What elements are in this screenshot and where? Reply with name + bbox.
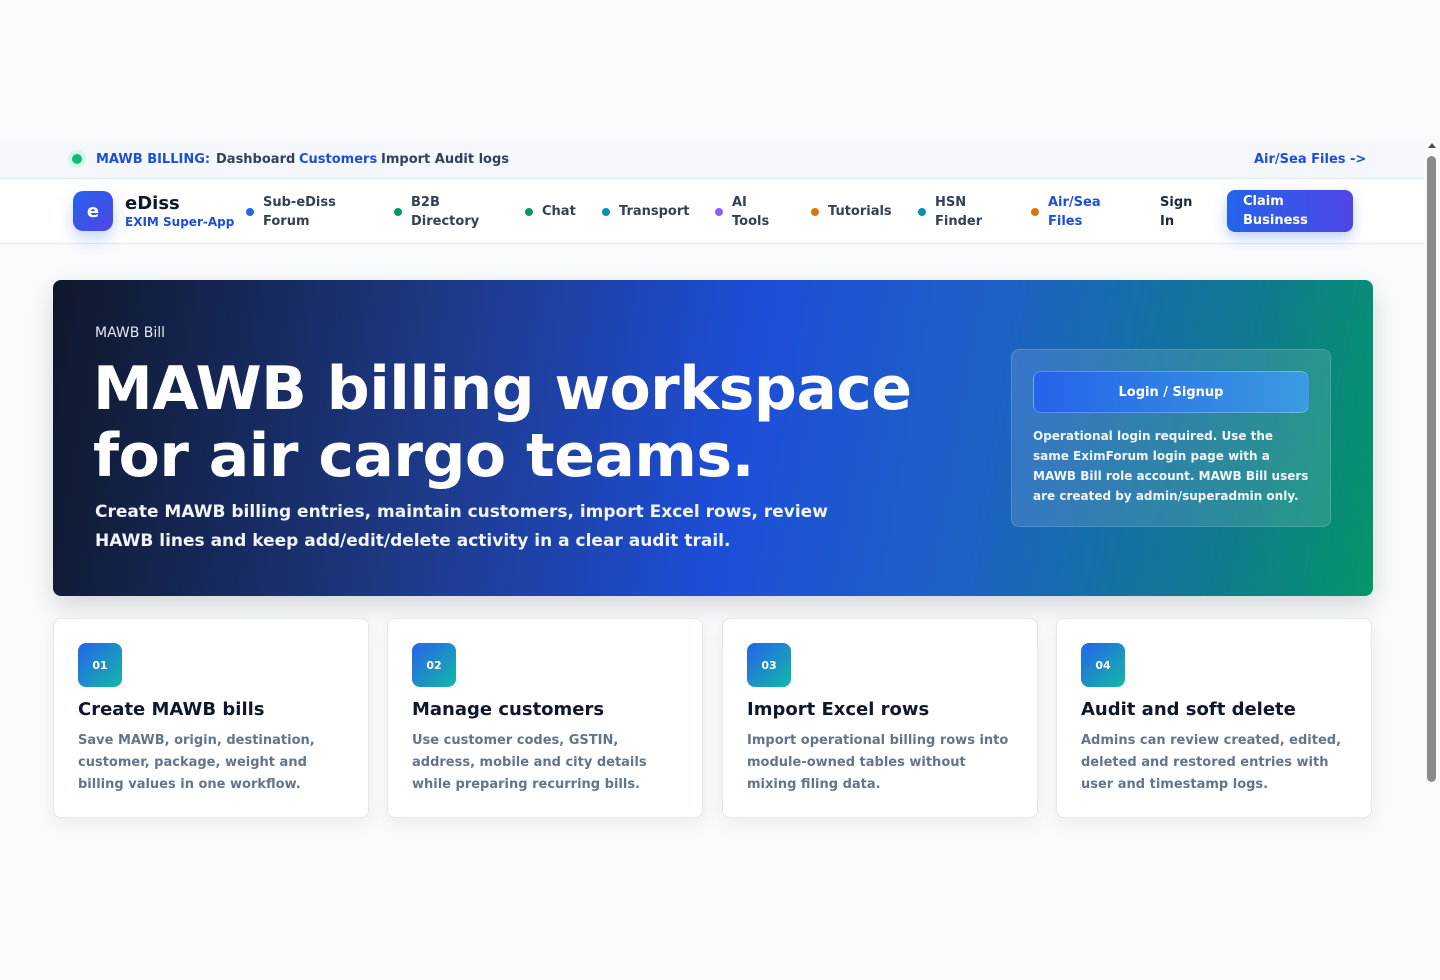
nav-dot-icon	[1031, 208, 1039, 216]
login-signup-button[interactable]: Login / Signup	[1033, 371, 1309, 413]
brand-tagline: EXIM Super-App	[125, 215, 235, 229]
nav-item-label: B2B Directory	[411, 195, 480, 229]
nav-item-label: AI Tools	[732, 195, 770, 229]
feature-title: Manage customers	[412, 699, 605, 720]
scroll-up-arrow-icon[interactable]	[1428, 143, 1436, 148]
nav-item-sub-ediss-forum[interactable]: Sub-eDiss Forum	[246, 193, 343, 231]
air-sea-files-link[interactable]: Air/Sea Files ->	[1254, 152, 1366, 167]
nav-item-label: Transport	[619, 204, 690, 219]
nav-item-label: HSN Finder	[935, 195, 983, 229]
step-badge: 03	[747, 643, 791, 687]
nav-dot-icon	[811, 207, 819, 216]
nav-item-transport[interactable]: Transport	[602, 202, 689, 221]
nav-dot-icon	[715, 208, 723, 216]
nav-item-hsn-finder[interactable]: HSN Finder	[918, 193, 985, 231]
nav-item-b2b-directory[interactable]: B2B Directory	[394, 193, 491, 231]
step-badge: 04	[1081, 643, 1125, 687]
step-badge: 01	[78, 643, 122, 687]
login-note: Operational login required. Use the same…	[1033, 429, 1309, 503]
module-link-dashboard[interactable]: Dashboard	[216, 152, 295, 167]
feature-title: Create MAWB bills	[78, 699, 265, 720]
feature-card-audit-and-soft-delete: 04 Audit and soft delete Admins can revi…	[1056, 618, 1372, 818]
feature-description: Use customer codes, GSTIN, address, mobi…	[412, 733, 647, 792]
feature-card-create-mawb-bills: 01 Create MAWB bills Save MAWB, origin, …	[53, 618, 369, 818]
status-dot-icon	[68, 150, 86, 168]
nav-item-chat[interactable]: Chat	[525, 202, 576, 221]
nav-item-label: Sub-eDiss Forum	[263, 195, 336, 229]
feature-title: Import Excel rows	[747, 699, 930, 720]
nav-dot-icon	[525, 207, 533, 216]
feature-card-import-excel-rows: 03 Import Excel rows Import operational …	[722, 618, 1038, 818]
claim-business-button[interactable]: Claim Business	[1227, 190, 1353, 232]
nav-item-tutorials[interactable]: Tutorials	[811, 202, 892, 221]
nav-dot-icon	[602, 207, 610, 216]
feature-description: Save MAWB, origin, destination, customer…	[78, 733, 315, 792]
main-navbar: e eDiss EXIM Super-App Sub-eDiss Forum B…	[0, 179, 1424, 244]
logo-icon[interactable]: e	[73, 191, 113, 231]
feature-description: Import operational billing rows into mod…	[747, 733, 1009, 792]
nav-item-air-sea-files[interactable]: Air/Sea Files	[1031, 193, 1110, 231]
module-bar: MAWB BILLING: Dashboard Customers Import…	[0, 140, 1424, 179]
nav-item-label: Chat	[542, 204, 576, 219]
brand-name[interactable]: eDiss	[125, 193, 180, 214]
feature-description: Admins can review created, edited, delet…	[1081, 733, 1342, 792]
feature-title: Audit and soft delete	[1081, 699, 1296, 720]
nav-dot-icon	[918, 208, 926, 216]
nav-item-label: Air/Sea Files	[1048, 195, 1101, 229]
login-card: Login / Signup Operational login require…	[1011, 349, 1331, 527]
nav-dot-icon	[394, 208, 402, 216]
hero-heading: MAWB billing workspace for air cargo tea…	[93, 354, 912, 491]
nav-item-label: Tutorials	[828, 204, 892, 219]
module-link-import-audit-logs[interactable]: Import Audit logs	[381, 152, 509, 167]
hero-eyebrow: MAWB Bill	[95, 325, 166, 341]
step-badge: 02	[412, 643, 456, 687]
page-scrollbar[interactable]	[1424, 140, 1440, 980]
sign-in-link[interactable]: Sign In	[1160, 193, 1196, 231]
scroll-thumb[interactable]	[1427, 156, 1436, 782]
feature-card-manage-customers: 02 Manage customers Use customer codes, …	[387, 618, 703, 818]
module-title: MAWB BILLING:	[96, 152, 211, 167]
nav-dot-icon	[246, 208, 254, 216]
nav-item-ai-tools[interactable]: AI Tools	[715, 193, 776, 231]
module-link-customers[interactable]: Customers	[299, 152, 377, 167]
hero-banner: MAWB Bill MAWB billing workspace for air…	[53, 280, 1373, 596]
hero-lead: Create MAWB billing entries, maintain cu…	[95, 502, 828, 551]
